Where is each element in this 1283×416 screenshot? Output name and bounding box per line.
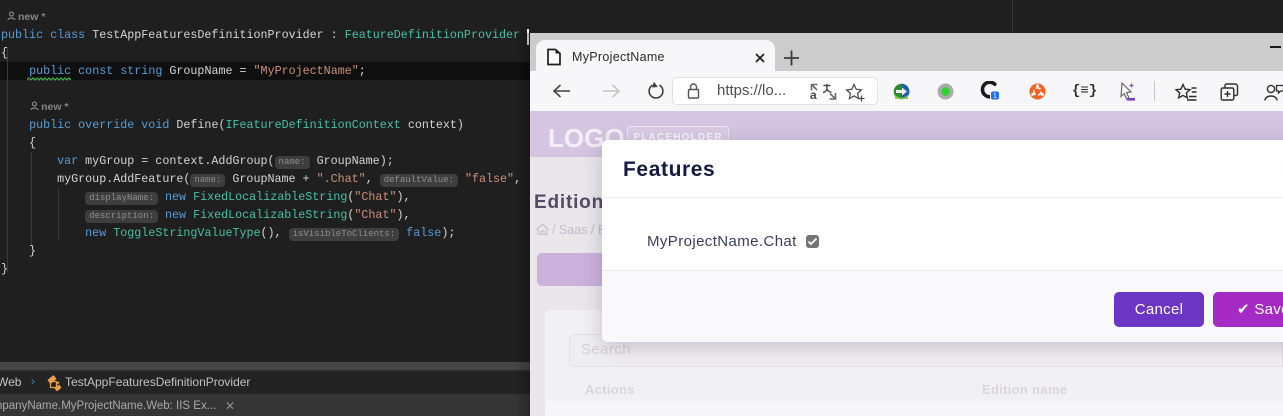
svg-text:a: a	[810, 88, 817, 100]
svg-text:1: 1	[993, 93, 997, 100]
